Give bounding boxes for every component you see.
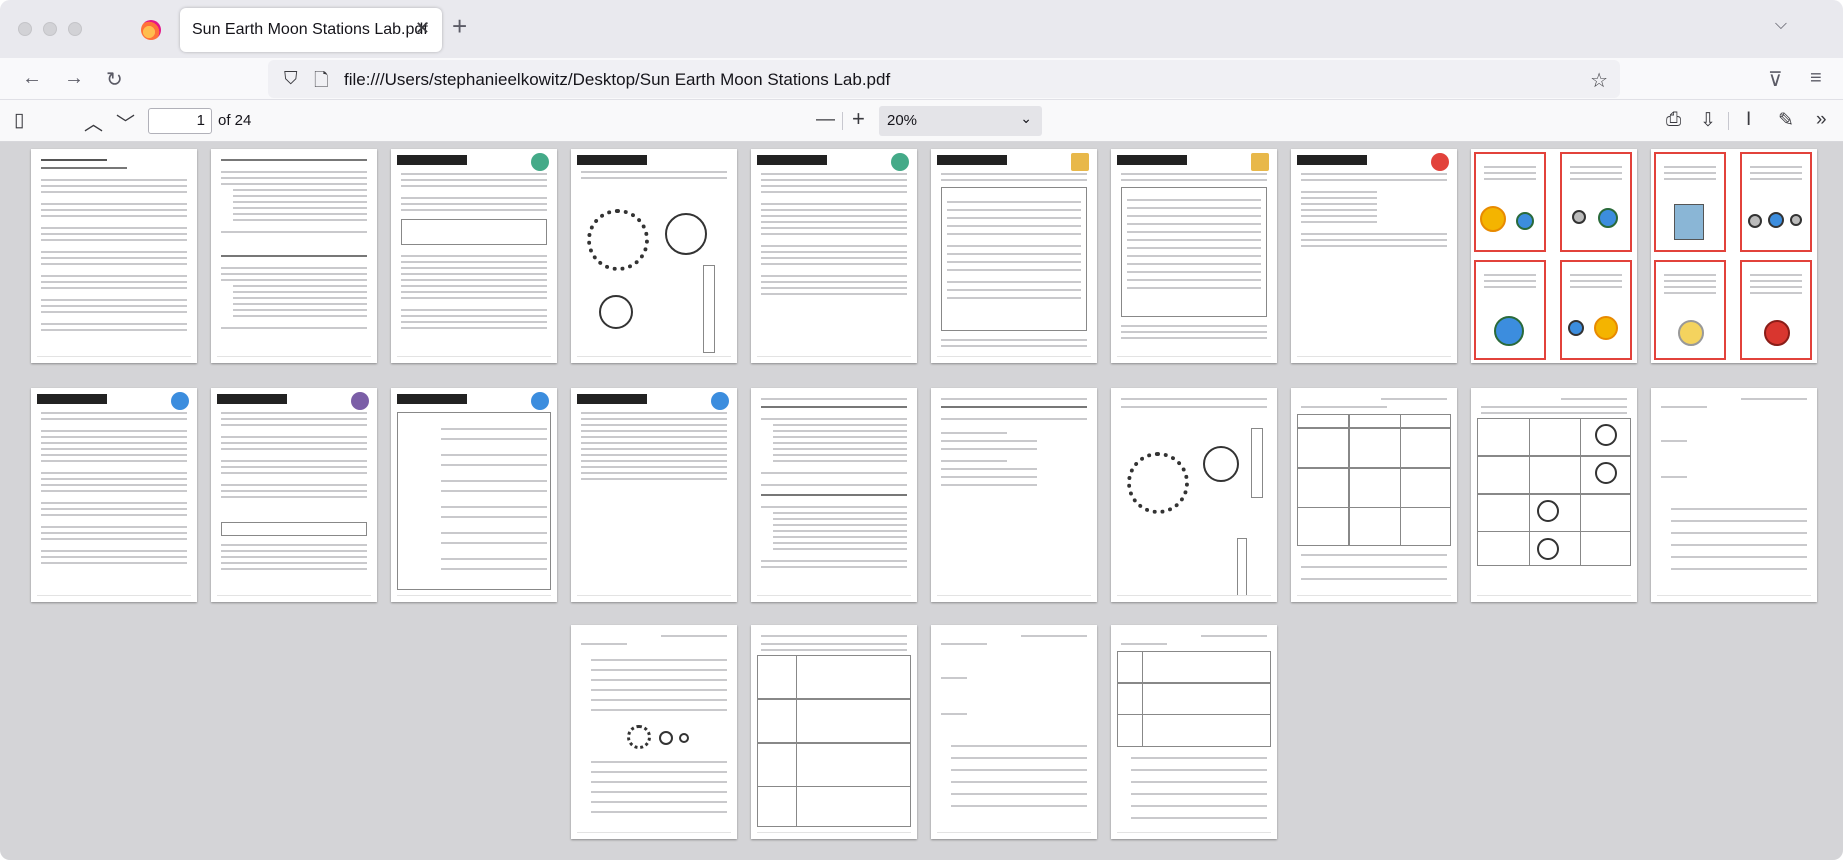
browser-window: Sun Earth Moon Stations Lab.pdf ✕ + ⌵ ← … (0, 0, 1843, 860)
pdf-page-8[interactable] (1291, 149, 1457, 363)
minimize-window-button[interactable] (43, 22, 57, 36)
pdf-page-13[interactable] (391, 388, 557, 602)
zoom-window-button[interactable] (68, 22, 82, 36)
close-window-button[interactable] (18, 22, 32, 36)
next-page-icon[interactable]: ﹀ (116, 109, 135, 136)
pdf-page-6[interactable] (931, 149, 1097, 363)
reload-icon[interactable]: ↻ (106, 67, 123, 92)
tab-active[interactable]: Sun Earth Moon Stations Lab.pdf ✕ (180, 8, 442, 52)
pdf-page-12[interactable] (211, 388, 377, 602)
page-count: of 24 (218, 112, 252, 129)
draw-tool-icon[interactable]: ✎ (1778, 109, 1794, 132)
tab-strip: Sun Earth Moon Stations Lab.pdf ✕ + ⌵ (0, 0, 1843, 58)
zoom-in-icon[interactable]: + (852, 106, 865, 132)
pdf-page-1[interactable] (31, 149, 197, 363)
chevron-down-icon: ⌄ (1020, 110, 1032, 126)
pdf-page-4[interactable] (571, 149, 737, 363)
pdf-page-20[interactable] (1651, 388, 1817, 602)
pdf-page-9[interactable] (1471, 149, 1637, 363)
url-bar[interactable]: ⛉ 🗋 file:///Users/stephanieelkowitz/Desk… (268, 60, 1620, 98)
pdf-page-15[interactable] (751, 388, 917, 602)
zoom-value: 20% (887, 112, 918, 129)
shield-icon[interactable]: ⛉ (284, 68, 298, 89)
forward-icon[interactable]: → (64, 67, 84, 90)
pdf-page-3[interactable] (391, 149, 557, 363)
save-icon[interactable]: ⇩ (1700, 109, 1716, 132)
url-text[interactable]: file:///Users/stephanieelkowitz/Desktop/… (344, 70, 890, 90)
page-number-input[interactable]: 1 (148, 108, 212, 134)
pdf-page-22[interactable] (751, 625, 917, 839)
pdf-page-14[interactable] (571, 388, 737, 602)
previous-page-icon[interactable]: ︿ (84, 109, 103, 136)
new-tab-button[interactable]: + (452, 11, 467, 42)
pdf-viewer[interactable] (0, 142, 1843, 860)
pdf-page-23[interactable] (931, 625, 1097, 839)
page-icon[interactable]: 🗋 (314, 68, 328, 98)
tab-title: Sun Earth Moon Stations Lab.pdf (192, 21, 428, 38)
firefox-icon (141, 20, 161, 40)
pdf-page-17[interactable] (1111, 388, 1277, 602)
zoom-select[interactable]: 20% ⌄ (879, 106, 1042, 136)
pdf-page-11[interactable] (31, 388, 197, 602)
list-all-tabs-icon[interactable]: ⌵ (1775, 16, 1787, 34)
pdf-page-2[interactable] (211, 149, 377, 363)
navigation-bar: ← → ↻ ⛉ 🗋 file:///Users/stephanieelkowit… (0, 58, 1843, 100)
pdf-page-7[interactable] (1111, 149, 1277, 363)
sidebar-toggle-icon[interactable]: ▯ (14, 109, 24, 132)
toolbar-separator (1728, 112, 1729, 130)
pdf-toolbar: ▯ ︿ ﹀ 1 of 24 — + 20% ⌄ ⎙ ⇩ I ✎ » (0, 100, 1843, 142)
text-tool-icon[interactable]: I (1746, 109, 1751, 131)
app-menu-icon[interactable]: ≡ (1810, 67, 1822, 90)
back-icon[interactable]: ← (22, 67, 42, 90)
pdf-page-18[interactable] (1291, 388, 1457, 602)
pdf-page-24[interactable] (1111, 625, 1277, 839)
pdf-page-5[interactable] (751, 149, 917, 363)
more-tools-icon[interactable]: » (1816, 109, 1827, 131)
toolbar-separator (842, 112, 843, 130)
close-tab-icon[interactable]: ✕ (415, 18, 430, 39)
pocket-icon[interactable]: ⊽ (1768, 67, 1783, 92)
pdf-page-21[interactable] (571, 625, 737, 839)
print-icon[interactable]: ⎙ (1666, 109, 1681, 131)
bookmark-star-icon[interactable]: ☆ (1590, 68, 1608, 93)
pdf-page-16[interactable] (931, 388, 1097, 602)
pdf-page-10[interactable] (1651, 149, 1817, 363)
pdf-page-19[interactable] (1471, 388, 1637, 602)
zoom-out-icon[interactable]: — (816, 109, 835, 131)
